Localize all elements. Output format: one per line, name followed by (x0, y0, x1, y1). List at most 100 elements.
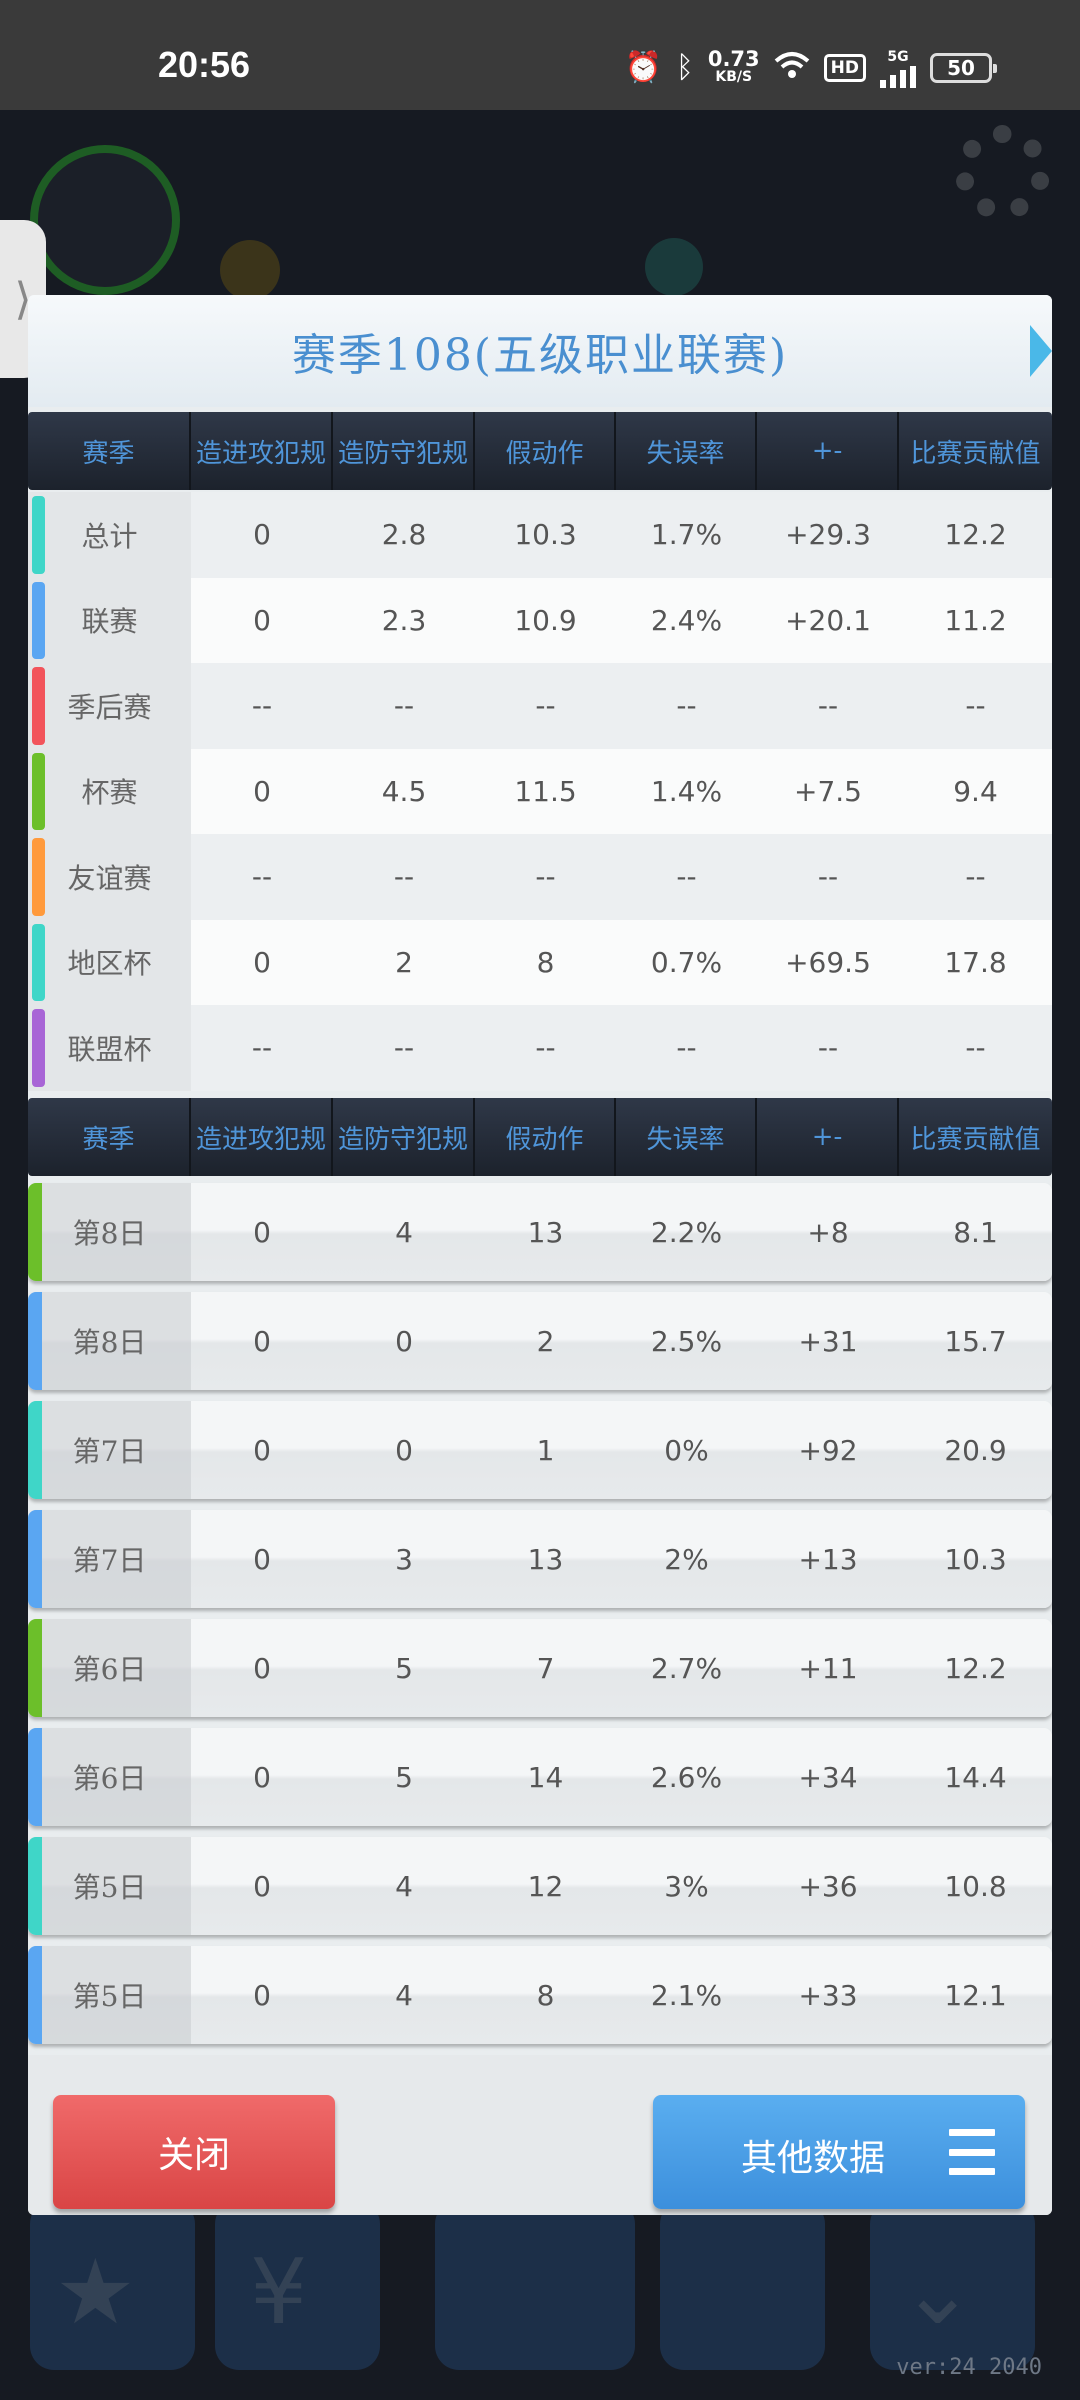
cell-defensive-fouls-drawn: 2.8 (381, 518, 427, 552)
cell-defensive-fouls-drawn: 0 (395, 1324, 413, 1358)
cell-offensive-fouls-drawn: 0 (253, 774, 271, 808)
match-row[interactable]: 第5日 0 4 8 2.1% +33 12.1 (28, 1946, 1052, 2044)
cell-plus-minus: +31 (798, 1324, 858, 1358)
cell-plus-minus: +92 (798, 1433, 858, 1467)
column-header-turnover-rate: 失误率 (616, 1098, 757, 1176)
column-header-contribution: 比赛贡献值 (910, 438, 1041, 469)
cell-fakes: 12 (527, 1869, 564, 1903)
cell-fakes: 1 (536, 1433, 555, 1467)
bluetooth-icon: ᛒ (675, 50, 694, 85)
column-header-plus-minus: +- (757, 1098, 899, 1176)
row-label: 第7日 (28, 1510, 191, 1608)
row-label: 杯赛 (28, 748, 191, 834)
match-row[interactable]: 第8日 0 4 13 2.2% +8 8.1 (28, 1183, 1052, 1281)
season-stats-dialog: 赛季108(五级职业联赛) 赛季 造进攻犯规 造防守犯规 假动作 失误率 +- … (28, 295, 1052, 2215)
match-row[interactable]: 第6日 0 5 7 2.7% +11 12.2 (28, 1619, 1052, 1717)
row-color-marker (32, 923, 45, 1001)
cell-offensive-fouls-drawn: -- (251, 689, 273, 723)
dock-item-chat (660, 2200, 825, 2370)
cell-fakes: 7 (536, 1651, 555, 1685)
battery-level: 50 (947, 56, 975, 80)
row-color-marker (32, 838, 45, 916)
cell-fakes: 13 (527, 1542, 564, 1576)
gem-icon (645, 238, 703, 296)
network-speed-unit: KB/S (715, 69, 753, 85)
cell-turnover-rate: 2.2% (650, 1215, 723, 1249)
cell-contribution: 14.4 (944, 1760, 1007, 1794)
cell-turnover-rate: 2.7% (650, 1651, 723, 1685)
row-label: 季后赛 (28, 663, 191, 749)
dock-item-center (435, 2200, 635, 2370)
cell-defensive-fouls-drawn: 2 (395, 945, 413, 979)
cell-offensive-fouls-drawn: 0 (253, 518, 271, 552)
cell-defensive-fouls-drawn: 5 (395, 1651, 413, 1685)
summary-table-header: 赛季 造进攻犯规 造防守犯规 假动作 失误率 +- 比赛贡献值 (28, 412, 1052, 490)
cell-offensive-fouls-drawn: 0 (253, 1324, 271, 1358)
cell-turnover-rate: 2.6% (650, 1760, 723, 1794)
row-label: 第5日 (28, 1946, 191, 2044)
cell-contribution: -- (965, 1031, 986, 1065)
network-speed-value: 0.73 (707, 47, 760, 71)
cell-contribution: 8.1 (953, 1215, 998, 1249)
signal-icon: 5G (880, 48, 916, 88)
yen-icon: ¥ (250, 2240, 308, 2345)
cell-contribution: 10.8 (944, 1869, 1007, 1903)
alarm-icon: ⏰ (624, 50, 662, 85)
status-time: 20:56 (158, 44, 251, 85)
row-color-marker (32, 752, 45, 830)
row-color-marker (28, 1183, 42, 1281)
cell-fakes: 2 (536, 1324, 555, 1358)
row-color-marker (28, 1401, 42, 1499)
column-header-fakes: 假动作 (475, 412, 616, 490)
status-icons: ⏰ ᛒ 0.73 KB/S HD 5G 50 (624, 47, 997, 88)
cell-contribution: 12.2 (944, 518, 1007, 552)
other-data-button[interactable]: 其他数据 (653, 2095, 1025, 2209)
cell-defensive-fouls-drawn: 5 (395, 1760, 413, 1794)
battery-icon: 50 (930, 53, 997, 83)
cell-plus-minus: -- (817, 1031, 839, 1065)
cell-turnover-rate: 2.1% (650, 1978, 723, 2012)
column-header-offensive-fouls-drawn: 造进攻犯规 (191, 412, 333, 490)
next-season-arrow-icon[interactable] (1030, 325, 1052, 377)
summary-row: 总计 0 2.8 10.3 1.7% +29.3 12.2 (28, 492, 1052, 578)
cell-turnover-rate: 3% (664, 1869, 709, 1903)
row-label: 第8日 (28, 1183, 191, 1281)
cell-turnover-rate: 1.7% (650, 518, 723, 552)
row-label: 第5日 (28, 1837, 191, 1935)
cell-turnover-rate: -- (676, 689, 697, 723)
column-header-season: 赛季 (28, 412, 191, 490)
column-header-contribution: 比赛贡献值 (910, 1124, 1041, 1155)
cell-turnover-rate: 2.4% (650, 603, 723, 637)
row-color-marker (32, 581, 45, 659)
close-button[interactable]: 关闭 (53, 2095, 335, 2209)
cell-contribution: -- (965, 689, 986, 723)
match-row[interactable]: 第6日 0 5 14 2.6% +34 14.4 (28, 1728, 1052, 1826)
match-row[interactable]: 第7日 0 3 13 2% +13 10.3 (28, 1510, 1052, 1608)
cell-offensive-fouls-drawn: 0 (253, 1433, 271, 1467)
cell-contribution: 17.8 (944, 945, 1007, 979)
summary-row: 地区杯 0 2 8 0.7% +69.5 17.8 (28, 919, 1052, 1005)
cell-plus-minus: +13 (798, 1542, 858, 1576)
match-row[interactable]: 第7日 0 0 1 0% +92 20.9 (28, 1401, 1052, 1499)
cell-offensive-fouls-drawn: 0 (253, 1760, 271, 1794)
row-color-marker (28, 1619, 42, 1717)
column-header-fakes: 假动作 (475, 1098, 616, 1176)
cell-contribution: -- (965, 860, 986, 894)
match-row[interactable]: 第5日 0 4 12 3% +36 10.8 (28, 1837, 1052, 1935)
cell-contribution: 15.7 (944, 1324, 1007, 1358)
other-data-button-label: 其他数据 (741, 2138, 886, 2179)
cell-plus-minus: +29.3 (785, 518, 871, 552)
row-color-marker (28, 1510, 42, 1608)
dialog-header: 赛季108(五级职业联赛) (28, 295, 1052, 407)
match-row[interactable]: 第8日 0 0 2 2.5% +31 15.7 (28, 1292, 1052, 1390)
cell-plus-minus: +7.5 (794, 774, 862, 808)
cell-defensive-fouls-drawn: -- (393, 860, 415, 894)
dialog-title: 赛季108(五级职业联赛) (291, 330, 789, 381)
summary-row: 友谊赛 -- -- -- -- -- -- (28, 834, 1052, 920)
cell-fakes: 10.9 (514, 603, 577, 637)
column-header-plus-minus: +- (757, 412, 899, 490)
row-label: 联赛 (28, 577, 191, 663)
cell-fakes: 14 (527, 1760, 564, 1794)
cell-defensive-fouls-drawn: 4 (395, 1215, 413, 1249)
cell-offensive-fouls-drawn: -- (251, 1031, 273, 1065)
